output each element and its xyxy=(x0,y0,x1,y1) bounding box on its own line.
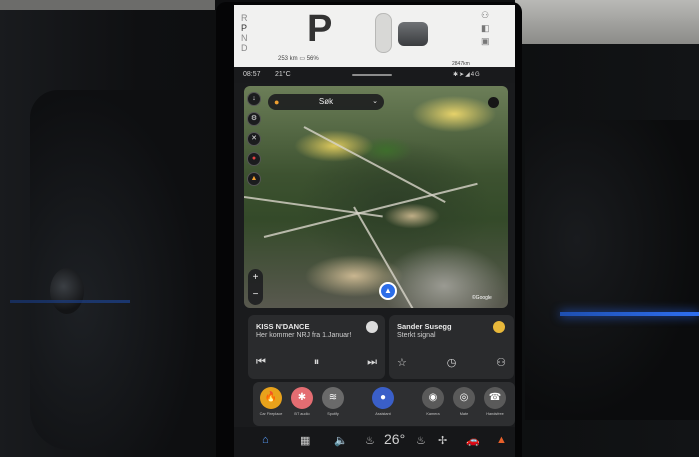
phone-icon: ☎ xyxy=(484,387,506,409)
map-road xyxy=(263,182,478,238)
search-label: Søk xyxy=(318,97,334,106)
seat-heat-left-icon[interactable]: ♨ xyxy=(365,434,375,447)
profile-dot[interactable] xyxy=(488,97,499,108)
phone-controls: ☆ ◷ ⚇ xyxy=(397,354,506,370)
bottom-dock: ⌂ ▦ 🔈 ♨ 26° ♨ ✢ 🚗 ▲ xyxy=(234,427,515,457)
apps-grid-icon[interactable]: ▦ xyxy=(300,434,310,447)
cabin-temp[interactable]: 26° xyxy=(384,431,405,447)
infotainment-screen: R P N D P ⚇ ◧ ▣ 253 km ▭ 56% 2847km 08:5… xyxy=(234,5,515,457)
system-status-bar: 08:57 21°C ✱➤◢4G xyxy=(234,67,515,83)
app-car-fireplace[interactable]: 🔥 Car Fireplace xyxy=(258,382,284,426)
traffic-button[interactable]: ● xyxy=(247,152,261,166)
outside-temp: 21°C xyxy=(275,71,291,78)
car-icon[interactable]: 🚗 xyxy=(466,434,480,447)
gear-n: N xyxy=(241,33,248,43)
concrete-wall xyxy=(515,0,699,44)
driver-status-panel: R P N D P ⚇ ◧ ▣ 253 km ▭ 56% 2847km xyxy=(234,5,515,67)
app-mate[interactable]: ◎ Mate xyxy=(451,382,477,426)
range-readout: 253 km ▭ 56% xyxy=(278,55,319,62)
gear-p: P xyxy=(241,23,248,33)
station-logo xyxy=(366,321,378,333)
connectivity-icons: ✱➤◢4G xyxy=(453,71,481,78)
steering-icon: ◎ xyxy=(453,387,475,409)
app-label: Handsfree xyxy=(486,412,504,416)
left-air-vent xyxy=(30,90,200,450)
zoom-control: + − xyxy=(248,269,263,305)
station-name: KISS N'DANCE xyxy=(256,322,310,331)
app-label: Assistant xyxy=(375,412,391,416)
app-spotify[interactable]: ≋ Spotify xyxy=(320,382,346,426)
battery-percent: 56% xyxy=(306,56,319,62)
media-controls: ⏮ ⏸ ⏭ xyxy=(256,354,377,370)
settings-button[interactable]: ⚙ xyxy=(247,112,261,126)
app-bt-audio[interactable]: ✱ BT audio xyxy=(289,382,315,426)
zoom-out-button[interactable]: − xyxy=(248,286,263,303)
pause-icon[interactable]: ⏸ xyxy=(314,356,320,369)
app-assistant[interactable]: ● Assistant xyxy=(370,382,396,426)
seat-heat-right-icon[interactable]: ♨ xyxy=(416,434,426,447)
seat-belt-indicator xyxy=(375,13,392,53)
volume-icon[interactable]: 🔈 xyxy=(334,434,348,447)
status-icons: ⚇ ◧ ▣ xyxy=(481,9,490,48)
map-search-bar[interactable]: ● Søk ⌄ xyxy=(268,94,384,110)
media-card[interactable]: KISS N'DANCE Her kommer NRJ fra 1.Januar… xyxy=(248,315,385,379)
high-beam-icon: ▣ xyxy=(481,36,490,46)
map-attribution: ©Google xyxy=(472,295,492,301)
zoom-in-button[interactable]: + xyxy=(248,269,263,286)
app-label: Car Fireplace xyxy=(259,412,283,416)
clock: 08:57 xyxy=(243,71,261,78)
contact-name: Sander Susegg xyxy=(397,322,452,331)
warning-button[interactable]: ▲ xyxy=(247,172,261,186)
current-location-icon: ▲ xyxy=(379,282,397,300)
vent-knob xyxy=(50,268,84,314)
hazard-icon[interactable]: ▲ xyxy=(496,434,507,446)
app-label: Kamera xyxy=(426,412,440,416)
ambient-light-strip-left xyxy=(10,300,130,303)
gear-r: R xyxy=(241,13,248,23)
map-view[interactable]: ↓ ⚙ ✕ ● ▲ ● Søk ⌄ + − ▲ ©Google xyxy=(244,86,508,308)
pin-icon: ● xyxy=(274,97,280,107)
app-label: BT audio xyxy=(294,412,310,416)
bluetooth-icon: ✱ xyxy=(291,387,313,409)
favorites-icon[interactable]: ☆ xyxy=(397,356,407,369)
range-value: 253 km xyxy=(278,56,298,62)
right-air-vent xyxy=(525,120,699,420)
camera-icon: ◉ xyxy=(422,387,444,409)
spotify-icon: ≋ xyxy=(322,387,344,409)
track-title: Her kommer NRJ fra 1.Januar! xyxy=(256,332,352,339)
contacts-icon[interactable]: ⚇ xyxy=(496,356,506,369)
light-icon: ◧ xyxy=(481,23,490,33)
mic-icon: ● xyxy=(372,387,394,409)
app-handsfree[interactable]: ☎ Handsfree xyxy=(482,382,508,426)
gear-d: D xyxy=(241,43,248,53)
phone-card[interactable]: Sander Susegg Sterkt signal ☆ ◷ ⚇ xyxy=(389,315,514,379)
windshield-edge xyxy=(0,0,215,10)
next-icon[interactable]: ⏭ xyxy=(367,356,377,369)
app-label: Mate xyxy=(459,412,469,416)
network-type: 4G xyxy=(470,72,481,78)
fan-icon[interactable]: ✢ xyxy=(438,434,447,447)
current-gear: P xyxy=(307,8,333,50)
map-road xyxy=(303,126,446,203)
app-shortcuts: 🔥 Car Fireplace ✱ BT audio ≋ Spotify ● A… xyxy=(253,382,515,426)
app-label: Spotify xyxy=(327,412,339,416)
recent-calls-icon[interactable]: ◷ xyxy=(447,356,457,369)
app-camera[interactable]: ◉ Kamera xyxy=(420,382,446,426)
lane-assist-icon: ⚇ xyxy=(481,10,490,20)
home-icon[interactable]: ⌂ xyxy=(262,434,269,446)
pull-down-handle[interactable] xyxy=(352,74,392,76)
compass-button[interactable]: ↓ xyxy=(247,92,261,106)
mute-guidance-button[interactable]: ✕ xyxy=(247,132,261,146)
phone-logo xyxy=(493,321,505,333)
chevron-down-icon: ⌄ xyxy=(372,98,378,105)
gear-selector: R P N D xyxy=(241,13,248,53)
flame-icon: 🔥 xyxy=(260,387,282,409)
signal-status: Sterkt signal xyxy=(397,332,436,339)
previous-icon[interactable]: ⏮ xyxy=(256,356,266,369)
battery-icon: ▭ xyxy=(299,56,306,62)
map-road xyxy=(244,196,383,218)
car-topview-icon xyxy=(398,22,428,46)
ambient-light-strip xyxy=(560,312,699,316)
